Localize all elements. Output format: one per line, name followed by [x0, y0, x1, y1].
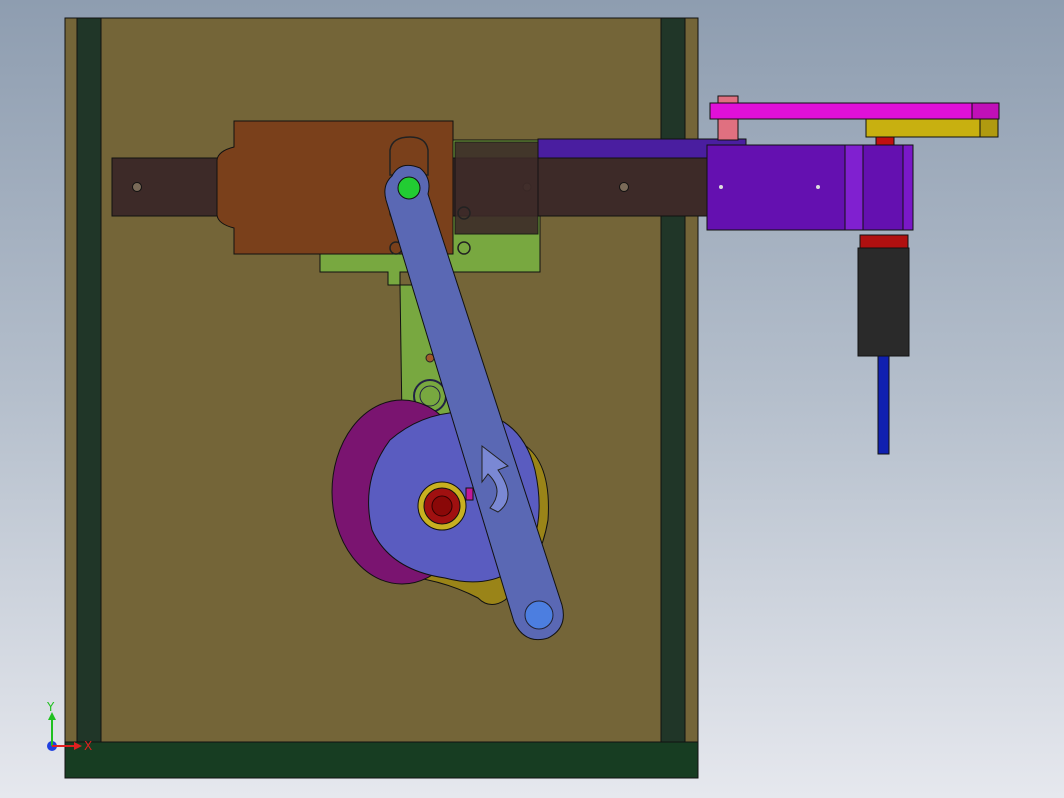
pink-bar[interactable] [709, 102, 1000, 120]
motor-body[interactable] [857, 247, 910, 357]
hub-center [431, 495, 453, 517]
mechanism-model[interactable]: Y X [0, 0, 1064, 798]
triad-y-label: Y [46, 700, 55, 714]
slide-bar-hole-left [132, 182, 142, 192]
housing-hole-left [719, 185, 723, 189]
motor-housing-side [902, 144, 914, 231]
motor-shaft[interactable] [877, 355, 890, 455]
motor-housing-flange [844, 144, 864, 231]
crank-pin-top[interactable] [397, 176, 421, 200]
red-coupler [859, 234, 909, 249]
slide-bar-hole-right [619, 182, 629, 192]
slide-guide[interactable] [454, 141, 539, 235]
cad-viewport[interactable]: Y X [0, 0, 1064, 798]
red-coupler-top [875, 136, 895, 146]
housing-hole-right [816, 185, 820, 189]
yellow-bar[interactable] [865, 118, 999, 138]
pink-bar-end [971, 102, 1000, 120]
bottom-rail[interactable] [64, 741, 699, 779]
yellow-bar-end [979, 118, 999, 138]
motor-housing[interactable] [706, 144, 914, 231]
left-side-rail[interactable] [76, 17, 102, 745]
right-side-rail[interactable] [660, 17, 686, 745]
triad-x-label: X [84, 739, 92, 753]
hub-key [465, 487, 474, 501]
crank-pin-bottom[interactable] [524, 600, 554, 630]
